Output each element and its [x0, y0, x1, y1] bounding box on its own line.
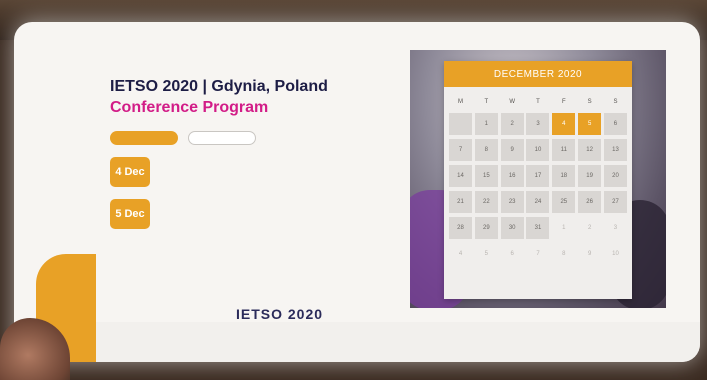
calendar-week-row: 123456 [449, 113, 627, 135]
hero-section: IETSO 2020 | Gdynia, Poland Conference P… [110, 70, 390, 229]
day-badge[interactable]: 5 Dec [110, 199, 150, 229]
calendar-day-outside[interactable]: 1 [552, 217, 575, 239]
calendar-week-row: 28 29 30 31 1 2 3 [449, 217, 627, 239]
calendar-day[interactable]: 29 [474, 217, 498, 239]
contact-button[interactable] [188, 131, 256, 145]
calendar-day[interactable]: 2 [500, 113, 524, 135]
calendar-day[interactable]: 25 [552, 191, 576, 213]
calendar-day[interactable]: 9 [500, 139, 524, 161]
calendar-day-outside[interactable]: 4 [449, 243, 472, 265]
screen-frame: IETSO 2020 | Gdynia, Poland Conference P… [14, 22, 700, 362]
calendar-weeks: 1 2 3 4 5 6 7 8 9 10 11 12 13 14 15 16 17 18 19 20 21 22 23 24 2… [449, 113, 627, 265]
calendar-day[interactable] [449, 113, 472, 135]
day-item-5-dec: 5 Dec [110, 199, 390, 229]
calendar-day-outside[interactable]: 7 [526, 243, 549, 265]
calendar-day[interactable]: 18 [552, 165, 576, 187]
calendar-day[interactable]: 19 [578, 165, 602, 187]
calendar-weekday-row: M T W T F S S [449, 95, 627, 109]
calendar-day[interactable]: 14 [449, 165, 472, 187]
button-row [110, 131, 390, 145]
calendar-day-outside[interactable]: 2 [578, 217, 601, 239]
weekday-label: T [484, 99, 489, 105]
calendar-day[interactable]: 7 [449, 139, 472, 161]
calendar-day-highlighted[interactable]: 4 [552, 113, 576, 135]
calendar-week-row: 7 8 9 10 11 12 13 [449, 139, 627, 161]
conference-logo: IETSO 2020 [236, 306, 323, 322]
weekday-label: M [458, 99, 463, 105]
calendar-week-row: 4 5 6 7 8 9 10 [449, 243, 627, 265]
page-subtitle: Conference Program [110, 99, 269, 116]
calendar-day[interactable]: 24 [526, 191, 550, 213]
day-item-4-dec: 4 Dec [110, 157, 390, 187]
calendar-day[interactable]: 6 [603, 113, 627, 135]
calendar-day-highlighted[interactable]: 5 [578, 113, 602, 135]
calendar-day[interactable]: 23 [500, 191, 524, 213]
calendar-day[interactable]: 15 [474, 165, 498, 187]
weekday-label: S [587, 99, 592, 105]
calendar-widget: DECEMBER 2020 M T W T F S S 1 2 3 4 5 6 7 8 9 10 1… [444, 61, 632, 299]
calendar-month-title: DECEMBER 2020 [444, 61, 632, 87]
calendar-day[interactable]: 31 [526, 217, 550, 239]
calendar-day-outside[interactable]: 6 [501, 243, 524, 265]
weekday-label: T [536, 99, 540, 105]
calendar-day[interactable]: 16 [500, 165, 524, 187]
calendar-day[interactable]: 26 [578, 191, 602, 213]
calendar-day-outside[interactable]: 9 [578, 243, 601, 265]
page-title: IETSO 2020 | Gdynia, Poland [110, 78, 328, 95]
day-badge[interactable]: 4 Dec [110, 157, 150, 187]
calendar-day[interactable]: 17 [526, 165, 550, 187]
weekday-label: S [613, 99, 618, 105]
calendar-day[interactable]: 22 [474, 191, 498, 213]
calendar-day[interactable]: 13 [603, 139, 627, 161]
calendar-day-outside[interactable]: 8 [552, 243, 575, 265]
calendar-day[interactable]: 28 [449, 217, 472, 239]
calendar-day[interactable]: 27 [603, 191, 627, 213]
weekday-label: W [509, 99, 515, 105]
calendar-day[interactable]: 3 [526, 113, 550, 135]
calendar-day[interactable]: 12 [578, 139, 602, 161]
screen-bottom [14, 322, 700, 362]
calendar-day[interactable]: 11 [552, 139, 576, 161]
calendar-day[interactable]: 20 [603, 165, 627, 187]
calendar-day-outside[interactable]: 5 [475, 243, 498, 265]
calendar-week-row: 14 15 16 17 18 19 20 [449, 165, 627, 187]
conference-photo: DECEMBER 2020 M T W T F S S 1 2 3 4 5 6 7 8 9 10 1… [410, 50, 666, 308]
logo-text: IETSO 2020 [236, 306, 324, 322]
calendar-week-row: 21 22 23 24 25 26 27 [449, 191, 627, 213]
learn-more-button[interactable] [110, 131, 178, 145]
calendar-day-outside[interactable]: 10 [604, 243, 627, 265]
calendar-day[interactable]: 30 [500, 217, 524, 239]
calendar-day-outside[interactable]: 3 [604, 217, 627, 239]
weekday-label: F [561, 99, 566, 105]
calendar-day[interactable]: 21 [449, 191, 472, 213]
calendar-day[interactable]: 1 [474, 113, 498, 135]
calendar-grid: M T W T F S S 1 2 3 4 5 6 7 8 9 10 11 12 13 14 15 16 17 1… [444, 87, 632, 277]
calendar-day[interactable]: 10 [526, 139, 550, 161]
calendar-day[interactable]: 8 [474, 139, 498, 161]
